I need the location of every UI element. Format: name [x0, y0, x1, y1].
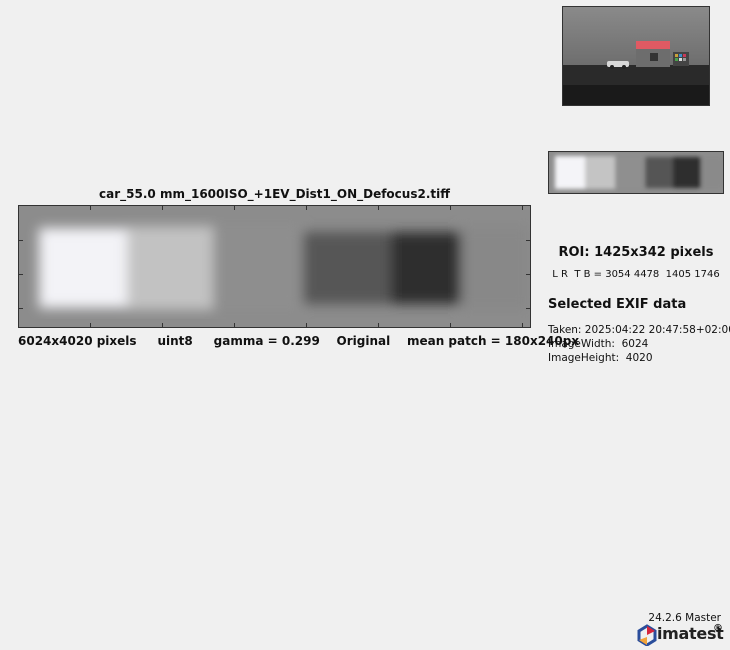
image-gamma: gamma = 0.299: [213, 334, 320, 348]
image-info-line: 6024x4020 pixels uint8 gamma = 0.299 Ori…: [18, 334, 579, 348]
roi-coordinates: L R T B = 3054 4478 1405 1746: [552, 269, 720, 280]
roi-label: ROI: 1425x342 pixels: [558, 245, 714, 260]
version-label: 24.2.6 Master: [648, 612, 721, 624]
imatest-logo-icon: [637, 624, 657, 647]
image-title: car_55.0 mm_1600ISO_+1EV_Dist1_ON_Defocu…: [99, 187, 450, 201]
image-dimensions: 6024x4020 pixels: [18, 334, 137, 348]
image-mode: Original: [336, 334, 391, 348]
exif-image-height: ImageHeight: 4020: [548, 352, 653, 364]
exif-image-width: ImageWidth: 6024: [548, 338, 649, 350]
exif-taken: Taken: 2025:04:22 20:47:58+02:00: [548, 324, 730, 336]
registered-mark: ®: [713, 623, 723, 634]
exif-heading: Selected EXIF data: [548, 297, 687, 312]
scene-thumbnail: [562, 6, 710, 106]
roi-image: [18, 205, 531, 328]
image-dtype: uint8: [157, 334, 193, 348]
roi-thumbnail: [548, 151, 724, 194]
